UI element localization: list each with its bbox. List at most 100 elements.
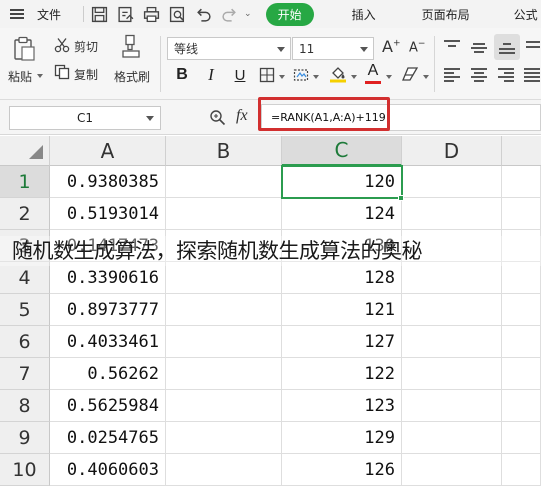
redo-icon[interactable] — [220, 5, 238, 23]
align-top-icon[interactable] — [444, 40, 460, 54]
paste-button[interactable]: 粘贴 — [8, 68, 32, 85]
cell-c[interactable]: 124 — [282, 198, 402, 230]
row-header[interactable]: 4 — [0, 262, 50, 294]
borders-dropdown-icon[interactable] — [279, 75, 285, 79]
cell-e[interactable] — [502, 422, 541, 454]
cell-a[interactable]: 0.0254765 — [50, 422, 166, 454]
cell-e[interactable] — [502, 326, 541, 358]
hamburger-menu-icon[interactable] — [10, 8, 24, 20]
column-header-c[interactable]: C — [282, 136, 402, 166]
row-header[interactable]: 2 — [0, 198, 50, 230]
cell-e[interactable] — [502, 198, 541, 230]
undo-icon[interactable] — [194, 5, 212, 23]
font-color-dropdown-icon[interactable] — [386, 75, 392, 79]
row-header[interactable]: 5 — [0, 294, 50, 326]
cell-b[interactable] — [166, 390, 282, 422]
clear-format-dropdown-icon[interactable] — [423, 75, 429, 79]
cell-d[interactable] — [402, 454, 502, 486]
align-center-icon[interactable] — [471, 68, 487, 82]
cell-c[interactable]: 123 — [282, 390, 402, 422]
cell-a[interactable]: 0.5193014 — [50, 198, 166, 230]
cell-e[interactable] — [502, 294, 541, 326]
cell-a[interactable]: 0.4033461 — [50, 326, 166, 358]
cell-c[interactable]: 126 — [282, 454, 402, 486]
decrease-font-size-button[interactable]: A− — [409, 39, 425, 55]
cell-b[interactable] — [166, 262, 282, 294]
clear-format-icon[interactable] — [400, 66, 420, 82]
font-color-button[interactable]: A — [364, 62, 382, 84]
cell-c[interactable]: 122 — [282, 358, 402, 390]
cell-d[interactable] — [402, 422, 502, 454]
cell-a[interactable]: 0.5625984 — [50, 390, 166, 422]
print-preview-icon[interactable] — [168, 5, 186, 23]
row-header[interactable]: 10 — [0, 454, 50, 486]
cell-c[interactable]: 127 — [282, 326, 402, 358]
bold-button[interactable]: B — [172, 65, 192, 85]
row-header[interactable]: 1 — [0, 166, 50, 198]
cell-b[interactable] — [166, 422, 282, 454]
row-header[interactable]: 8 — [0, 390, 50, 422]
format-painter-button[interactable]: 格式刷 — [114, 68, 150, 85]
cell-b[interactable] — [166, 198, 282, 230]
cell-d[interactable] — [402, 294, 502, 326]
cell-d[interactable] — [402, 390, 502, 422]
cell-style-dropdown-icon[interactable] — [313, 75, 319, 79]
align-bottom-button[interactable] — [494, 34, 520, 60]
cell-a[interactable]: 0.8973777 — [50, 294, 166, 326]
cell-d[interactable] — [402, 198, 502, 230]
row-header[interactable]: 6 — [0, 326, 50, 358]
cell-b[interactable] — [166, 358, 282, 390]
format-painter-icon[interactable] — [120, 34, 142, 58]
underline-button[interactable]: U — [230, 65, 250, 85]
select-all-corner[interactable] — [0, 136, 50, 166]
save-icon[interactable] — [90, 5, 108, 23]
cell-b[interactable] — [166, 454, 282, 486]
cell-b[interactable] — [166, 294, 282, 326]
increase-font-size-button[interactable]: A+ — [382, 37, 401, 56]
cell-c[interactable]: 120 — [282, 166, 402, 198]
align-middle-icon[interactable] — [471, 40, 487, 54]
align-right-icon[interactable] — [498, 68, 514, 82]
cell-e[interactable] — [502, 454, 541, 486]
cell-c[interactable]: 129 — [282, 422, 402, 454]
name-box[interactable]: C1 — [9, 106, 161, 130]
tab-formulas[interactable]: 公式 — [514, 6, 538, 23]
column-header-a[interactable]: A — [50, 136, 166, 166]
fill-handle[interactable] — [398, 195, 404, 201]
cell-c[interactable]: 121 — [282, 294, 402, 326]
cut-icon[interactable] — [54, 37, 70, 53]
cell-d[interactable] — [402, 166, 502, 198]
formula-input[interactable]: =RANK(A1,A:A)+119 — [261, 104, 541, 131]
cell-e[interactable] — [502, 262, 541, 294]
copy-button[interactable]: 复制 — [74, 66, 98, 83]
cell-e[interactable] — [502, 166, 541, 198]
copy-icon[interactable] — [54, 64, 70, 80]
cell-a[interactable]: 0.56262 — [50, 358, 166, 390]
cut-button[interactable]: 剪切 — [74, 38, 98, 55]
cell-d[interactable] — [402, 326, 502, 358]
tab-insert[interactable]: 插入 — [352, 6, 376, 23]
cell-a[interactable]: 0.9380385 — [50, 166, 166, 198]
fill-color-dropdown-icon[interactable] — [351, 75, 357, 79]
cell-a[interactable]: 0.4060603 — [50, 454, 166, 486]
zoom-search-icon[interactable] — [209, 109, 226, 126]
cell-c[interactable]: 128 — [282, 262, 402, 294]
paste-dropdown-icon[interactable] — [37, 74, 43, 78]
file-menu[interactable]: 文件 — [37, 6, 61, 23]
cell-b[interactable] — [166, 326, 282, 358]
quick-access-dropdown-icon[interactable]: ⌄ — [244, 9, 252, 19]
row-header[interactable]: 9 — [0, 422, 50, 454]
row-header[interactable]: 7 — [0, 358, 50, 390]
insert-function-button[interactable]: fx — [236, 107, 248, 125]
column-header-e[interactable] — [502, 136, 541, 166]
cell-e[interactable] — [502, 358, 541, 390]
tab-page-layout[interactable]: 页面布局 — [422, 6, 470, 23]
name-box-dropdown-icon[interactable] — [146, 116, 154, 121]
italic-button[interactable]: I — [201, 65, 221, 85]
fill-color-icon[interactable] — [329, 65, 347, 83]
cell-d[interactable] — [402, 358, 502, 390]
cell-a[interactable]: 0.3390616 — [50, 262, 166, 294]
paste-icon[interactable] — [12, 36, 36, 62]
cell-b[interactable] — [166, 166, 282, 198]
align-left-icon[interactable] — [444, 68, 460, 82]
